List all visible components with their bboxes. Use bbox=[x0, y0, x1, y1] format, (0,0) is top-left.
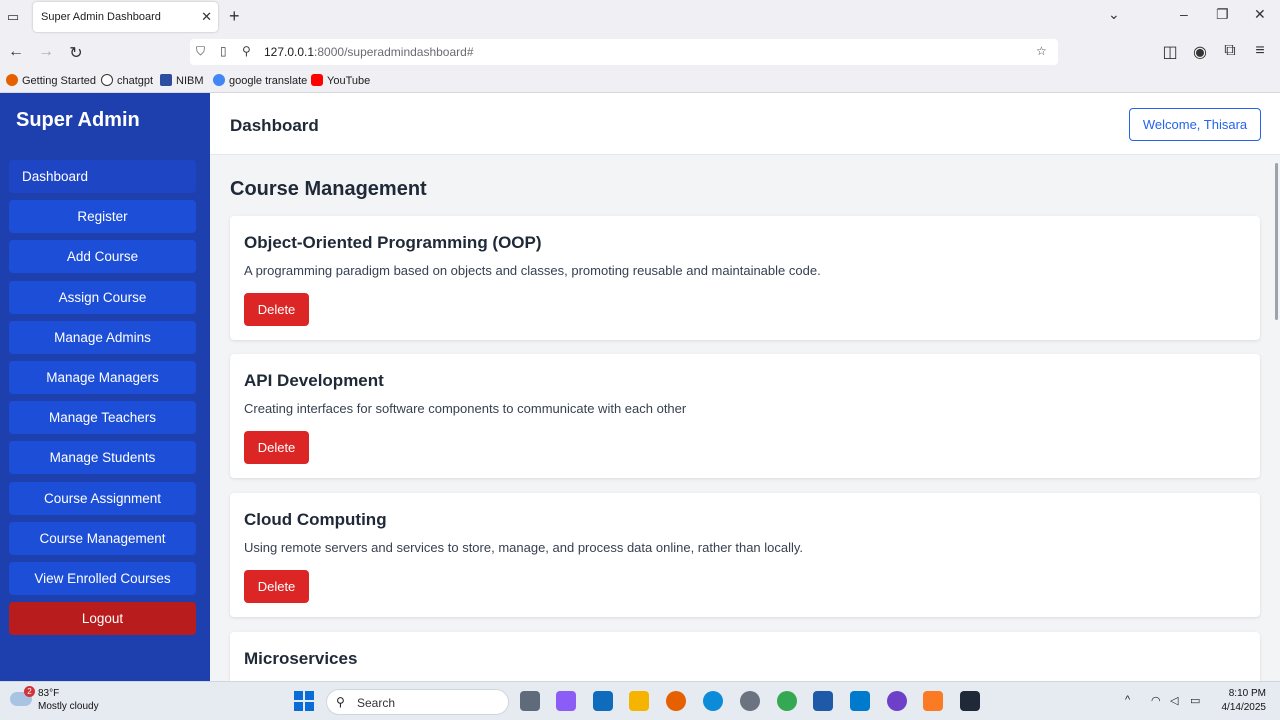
brand-title: Super Admin bbox=[16, 109, 140, 131]
extensions-icon[interactable]: ⧉ bbox=[1220, 42, 1240, 60]
new-tab-icon[interactable]: + bbox=[229, 6, 240, 27]
start-icon[interactable] bbox=[294, 691, 314, 711]
settings-icon[interactable] bbox=[740, 691, 760, 711]
forward-icon[interactable]: → bbox=[36, 43, 56, 61]
firefox-icon bbox=[6, 74, 18, 86]
course-title: Object-Oriented Programming (OOP) bbox=[244, 233, 542, 252]
nibm-icon bbox=[160, 74, 172, 86]
browser-tab[interactable]: Super Admin Dashboard ✕ bbox=[33, 2, 218, 32]
task-view-icon[interactable] bbox=[520, 691, 540, 711]
photos-icon[interactable] bbox=[813, 691, 833, 711]
browser-chrome: ▭ Super Admin Dashboard ✕ + ⌄ – ❐ ✕ ← → … bbox=[0, 0, 1280, 93]
chatgpt-icon bbox=[101, 74, 113, 86]
reload-icon[interactable]: ↻ bbox=[66, 43, 86, 63]
vscode-icon[interactable] bbox=[850, 691, 870, 711]
sidebar-item-assign-course[interactable]: Assign Course bbox=[9, 281, 196, 314]
window-close-icon[interactable]: ✕ bbox=[1254, 6, 1266, 23]
clock-time: 8:10 PM bbox=[1228, 688, 1266, 699]
course-description: A programming paradigm based on objects … bbox=[244, 263, 821, 278]
bookmark-youtube[interactable]: YouTube bbox=[311, 74, 370, 87]
clock[interactable]: 8:10 PM 4/14/2025 bbox=[1222, 687, 1267, 715]
wifi-icon[interactable]: ◠ bbox=[1151, 694, 1161, 707]
url-text[interactable]: 127.0.0.1:8000/superadmindashboard# bbox=[264, 45, 474, 59]
url-bar[interactable]: ⛉ ▯ ⚲ 127.0.0.1:8000/superadmindashboard… bbox=[190, 39, 1058, 65]
bookmark-star-icon[interactable]: ☆ bbox=[1036, 44, 1047, 58]
sidebar-item-course-assignment[interactable]: Course Assignment bbox=[9, 482, 196, 515]
sidebar-item-manage-students[interactable]: Manage Students bbox=[9, 441, 196, 474]
delete-button[interactable]: Delete bbox=[244, 570, 309, 603]
course-card: Microservices bbox=[230, 632, 1260, 681]
sidebar-item-add-course[interactable]: Add Course bbox=[9, 240, 196, 273]
restore-icon[interactable]: ❐ bbox=[1216, 6, 1229, 23]
sidebar-item-dashboard[interactable]: Dashboard bbox=[9, 160, 196, 193]
weather-description: Mostly cloudy bbox=[38, 701, 99, 712]
course-card: Object-Oriented Programming (OOP) A prog… bbox=[230, 216, 1260, 340]
welcome-button[interactable]: Welcome, Thisara bbox=[1129, 108, 1261, 141]
main-content: Course Management Object-Oriented Progra… bbox=[210, 155, 1280, 681]
scrollbar[interactable] bbox=[1275, 163, 1278, 320]
chevron-up-icon[interactable]: ^ bbox=[1125, 694, 1130, 706]
bookmark-nibm[interactable]: NIBM bbox=[160, 74, 204, 87]
close-icon[interactable]: ✕ bbox=[201, 9, 212, 25]
delete-button[interactable]: Delete bbox=[244, 293, 309, 326]
edge-icon[interactable] bbox=[703, 691, 723, 711]
shield-icon[interactable]: ⛉ bbox=[196, 44, 205, 59]
battery-icon[interactable]: ▭ bbox=[1190, 694, 1200, 707]
xampp-icon[interactable] bbox=[923, 691, 943, 711]
chrome-icon[interactable] bbox=[777, 691, 797, 711]
file-explorer-icon[interactable] bbox=[629, 691, 649, 711]
google-icon bbox=[213, 74, 225, 86]
course-description: Creating interfaces for software compone… bbox=[244, 401, 687, 416]
pocket-icon[interactable]: ◫ bbox=[1160, 42, 1180, 62]
search-placeholder: Search bbox=[357, 696, 396, 710]
volume-icon[interactable]: ◁ bbox=[1170, 694, 1178, 707]
permissions-icon[interactable]: ⚲ bbox=[242, 44, 251, 58]
weather-temperature: 83°F bbox=[38, 688, 60, 699]
bookmarks-bar: Getting Started chatgpt NIBM google tran… bbox=[0, 72, 1280, 92]
delete-button[interactable]: Delete bbox=[244, 431, 309, 464]
store-icon[interactable] bbox=[593, 691, 613, 711]
page-icon[interactable]: ▯ bbox=[220, 44, 227, 58]
page-title: Dashboard bbox=[230, 116, 319, 135]
course-card: Cloud Computing Using remote servers and… bbox=[230, 493, 1260, 617]
sidebar-item-course-management[interactable]: Course Management bbox=[9, 522, 196, 555]
notification-badge: 2 bbox=[24, 686, 35, 697]
taskbar-search[interactable]: ⚲ Search bbox=[326, 689, 509, 715]
page-header: Dashboard Welcome, Thisara bbox=[210, 93, 1280, 155]
chevron-down-icon[interactable]: ⌄ bbox=[1108, 6, 1120, 23]
tab-list-icon[interactable]: ▭ bbox=[4, 8, 22, 26]
tab-title: Super Admin Dashboard bbox=[41, 11, 161, 23]
bookmark-google-translate[interactable]: google translate bbox=[213, 74, 307, 87]
minimize-icon[interactable]: – bbox=[1180, 6, 1188, 22]
tab-strip: ▭ Super Admin Dashboard ✕ + ⌄ – ❐ ✕ bbox=[0, 0, 1280, 34]
clock-date: 4/14/2025 bbox=[1221, 702, 1267, 713]
copilot-icon[interactable] bbox=[556, 691, 576, 711]
course-description: Using remote servers and services to sto… bbox=[244, 540, 804, 555]
bookmark-getting-started[interactable]: Getting Started bbox=[6, 74, 96, 87]
search-icon: ⚲ bbox=[336, 695, 345, 709]
account-icon[interactable]: ◉ bbox=[1190, 42, 1210, 62]
github-icon[interactable] bbox=[887, 691, 907, 711]
back-icon[interactable]: ← bbox=[6, 43, 26, 61]
course-card: API Development Creating interfaces for … bbox=[230, 354, 1260, 478]
bookmark-chatgpt[interactable]: chatgpt bbox=[101, 74, 153, 87]
sidebar-item-manage-managers[interactable]: Manage Managers bbox=[9, 361, 196, 394]
logout-button[interactable]: Logout bbox=[9, 602, 196, 635]
course-title: Cloud Computing bbox=[244, 510, 387, 529]
firefox-icon[interactable] bbox=[666, 691, 686, 711]
section-title: Course Management bbox=[230, 178, 427, 200]
menu-icon[interactable]: ≡ bbox=[1250, 42, 1270, 60]
terminal-icon[interactable] bbox=[960, 691, 980, 711]
sidebar-item-view-enrolled-courses[interactable]: View Enrolled Courses bbox=[9, 562, 196, 595]
sidebar-item-manage-teachers[interactable]: Manage Teachers bbox=[9, 401, 196, 434]
course-title: Microservices bbox=[244, 649, 358, 668]
taskbar: 2 83°F Mostly cloudy ⚲ Search ^ ◠ ◁ ▭ 8:… bbox=[0, 681, 1280, 720]
sidebar: Super Admin Dashboard Register Add Cours… bbox=[0, 93, 210, 681]
course-title: API Development bbox=[244, 371, 384, 390]
youtube-icon bbox=[311, 74, 323, 86]
sidebar-item-register[interactable]: Register bbox=[9, 200, 196, 233]
sidebar-item-manage-admins[interactable]: Manage Admins bbox=[9, 321, 196, 354]
